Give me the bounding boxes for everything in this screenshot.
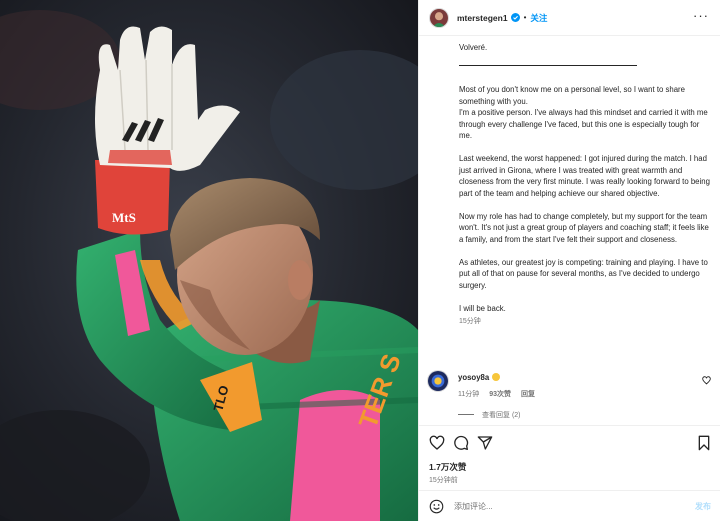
caption-divider <box>459 65 637 66</box>
post-viewer: TER S TLO MtS mterstegen1 • 关注 ··· Volve… <box>0 0 720 521</box>
emoji-icon <box>492 373 501 381</box>
post-photo: TER S TLO MtS <box>0 0 418 521</box>
publish-button[interactable]: 发布 <box>695 501 711 512</box>
comment-likes[interactable]: 93次赞 <box>489 391 511 398</box>
replies-line <box>458 414 474 415</box>
add-comment-bar: 发布 <box>419 490 720 521</box>
commenter-avatar-image <box>428 371 448 391</box>
header-separator: • <box>523 13 527 22</box>
comment-meta: 11分钟 93次赞 回复 <box>458 389 543 399</box>
post-actions: 1.7万次赞 15分钟前 发布 <box>419 425 720 521</box>
action-icons <box>429 435 493 451</box>
more-options-icon[interactable]: ··· <box>693 9 709 23</box>
verified-badge-icon <box>510 13 520 22</box>
commenter-avatar[interactable] <box>427 370 449 392</box>
post-caption: Volveré. Most of you don't know me on a … <box>459 42 711 328</box>
comment-time: 11分钟 <box>458 391 480 398</box>
follow-button[interactable]: 关注 <box>530 12 547 24</box>
view-replies-label: 查看回复 (2) <box>482 412 521 419</box>
comment-like-heart-icon[interactable] <box>702 376 711 385</box>
caption-paragraph-3: Now my role has had to change completely… <box>459 211 709 244</box>
caption-title: Volveré. <box>459 43 488 52</box>
caption-paragraph-2: Last weekend, the worst happened: I got … <box>459 154 710 198</box>
glove-logo-text: MtS <box>112 210 136 225</box>
author-avatar[interactable] <box>429 7 449 28</box>
post-header: mterstegen1 • 关注 ··· <box>419 0 720 36</box>
goalkeeper-photo: TER S TLO MtS <box>0 0 418 521</box>
comment-input[interactable] <box>454 502 674 511</box>
commenter-username[interactable]: yosoy8a <box>458 373 489 382</box>
reply-button[interactable]: 回复 <box>521 391 535 398</box>
bookmark-icon[interactable] <box>696 435 712 451</box>
emoji-picker-icon[interactable] <box>429 499 444 514</box>
post-details-panel: mterstegen1 • 关注 ··· Volveré. Most of yo… <box>418 0 720 521</box>
caption-paragraph-4: As athletes, our greatest joy is competi… <box>459 257 708 290</box>
share-send-icon[interactable] <box>477 435 493 451</box>
caption-paragraph-1: Most of you don't know me on a personal … <box>459 85 708 140</box>
post-time: 15分钟前 <box>429 477 458 484</box>
avatar-image <box>430 8 448 27</box>
comment-bubble-icon[interactable] <box>453 435 469 451</box>
author-username[interactable]: mterstegen1 <box>457 13 508 23</box>
commenter-username-row: yosoy8a <box>458 373 501 382</box>
view-replies-button[interactable]: 查看回复 (2) <box>458 410 521 420</box>
caption-paragraph-5: I will be back. <box>459 303 506 313</box>
like-heart-icon[interactable] <box>429 435 445 451</box>
caption-time: 15分钟 <box>459 318 481 325</box>
post-likes-count[interactable]: 1.7万次赞 <box>429 461 466 473</box>
